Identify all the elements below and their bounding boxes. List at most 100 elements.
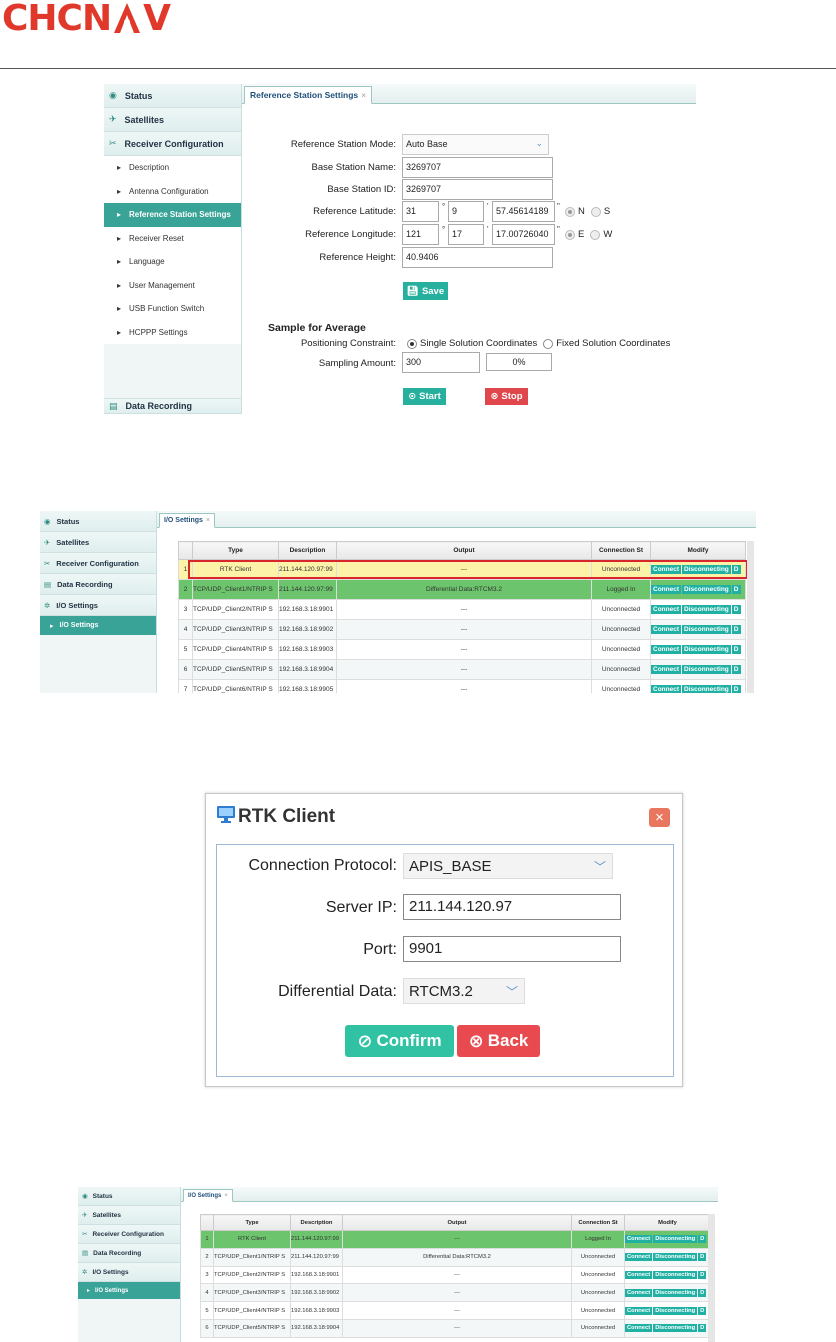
sidebar-item-satellites[interactable]: ✈ Satellites	[40, 532, 156, 553]
connect-button[interactable]: Connect	[625, 1270, 653, 1279]
connect-button[interactable]: Connect	[651, 685, 681, 693]
disconnect-button[interactable]: Disconnecting	[682, 665, 731, 674]
tab-io-settings[interactable]: I/O Settings ×	[183, 1189, 233, 1202]
connect-button[interactable]: Connect	[625, 1306, 653, 1315]
save-button[interactable]: 💾︎ Save	[403, 282, 448, 300]
sidebar-item-status[interactable]: ◉ Status	[104, 84, 241, 108]
sidebar-item-status[interactable]: ◉ Status	[40, 511, 156, 532]
delete-button[interactable]: D	[698, 1306, 707, 1315]
port-input[interactable]: 9901	[403, 936, 621, 962]
status-cell: Unconnected	[591, 639, 651, 660]
delete-button[interactable]: D	[731, 665, 741, 674]
connect-button[interactable]: Connect	[651, 665, 681, 674]
sidebar-item-description[interactable]: ▸ Description	[104, 156, 241, 180]
delete-button[interactable]: D	[731, 645, 741, 654]
base-station-id-input[interactable]: 3269707	[402, 179, 553, 200]
sidebar-item-receiver-configuration[interactable]: ✂ Receiver Configuration	[104, 132, 241, 156]
connect-button[interactable]: Connect	[651, 645, 681, 654]
sidebar-item-hcppp-settings[interactable]: ▸ HCPPP Settings	[104, 320, 241, 344]
confirm-button[interactable]: ⊘ Confirm	[345, 1025, 454, 1057]
reference-height-input[interactable]: 40.9406	[402, 247, 553, 268]
scrollbar[interactable]	[708, 1214, 715, 1342]
delete-button[interactable]: D	[698, 1253, 707, 1262]
sidebar-item-receiver-configuration[interactable]: ✂ Receiver Configuration	[40, 553, 156, 574]
connect-button[interactable]: Connect	[651, 625, 681, 634]
tab-reference-station-settings[interactable]: Reference Station Settings ×	[244, 86, 373, 104]
delete-button[interactable]: D	[731, 625, 741, 634]
sidebar-item-user-management[interactable]: ▸ User Management	[104, 273, 241, 297]
longitude-seconds-input[interactable]: 17.00726040	[492, 224, 555, 245]
disconnect-button[interactable]: Disconnecting	[653, 1253, 698, 1262]
differential-data-select[interactable]: RTCM3.2 ﹀	[403, 978, 525, 1004]
delete-button[interactable]: D	[698, 1235, 707, 1244]
close-tab-icon[interactable]: ×	[361, 90, 366, 100]
disconnect-button[interactable]: Disconnecting	[682, 605, 731, 614]
disconnect-button[interactable]: Disconnecting	[682, 585, 731, 594]
close-tab-icon[interactable]: ×	[224, 1193, 228, 1199]
delete-button[interactable]: D	[698, 1270, 707, 1279]
start-button[interactable]: ⊙ Start	[403, 388, 446, 405]
sidebar-item-usb-function-switch[interactable]: ▸ USB Function Switch	[104, 297, 241, 321]
sidebar-item-io-settings-sub[interactable]: ▸ I/O Settings	[78, 1282, 180, 1299]
sidebar-item-language[interactable]: ▸ Language	[104, 250, 241, 274]
disconnect-button[interactable]: Disconnecting	[682, 645, 731, 654]
west-radio[interactable]	[590, 229, 601, 240]
north-radio[interactable]	[565, 206, 575, 217]
connect-button[interactable]: Connect	[625, 1235, 653, 1244]
server-ip-input[interactable]: 211.144.120.97	[403, 894, 621, 920]
connect-button[interactable]: Connect	[651, 585, 681, 594]
disconnect-button[interactable]: Disconnecting	[653, 1324, 698, 1333]
sidebar-item-satellites[interactable]: ✈ Satellites	[104, 108, 241, 132]
protocol-select[interactable]: APIS_BASE ﹀	[403, 853, 613, 879]
caret-right-icon: ▸	[117, 304, 122, 314]
description-cell: 192.168.3.18:9904	[278, 659, 337, 680]
fixed-solution-radio[interactable]	[543, 338, 554, 349]
latitude-degrees-input[interactable]: 31	[402, 201, 439, 222]
connect-button[interactable]: Connect	[625, 1324, 653, 1333]
delete-button[interactable]: D	[698, 1288, 707, 1297]
latitude-hemisphere: N S	[565, 206, 610, 217]
connect-button[interactable]: Connect	[651, 605, 681, 614]
south-radio[interactable]	[590, 206, 601, 217]
disconnect-button[interactable]: Disconnecting	[653, 1270, 698, 1279]
connect-button[interactable]: Connect	[625, 1288, 653, 1297]
disconnect-button[interactable]: Disconnecting	[653, 1288, 698, 1297]
sidebar-item-receiver-reset[interactable]: ▸ Receiver Reset	[104, 226, 241, 250]
tab-io-settings[interactable]: I/O Settings ×	[159, 513, 215, 528]
delete-button[interactable]: D	[731, 605, 741, 614]
sidebar-item-status[interactable]: ◉ Status	[78, 1187, 180, 1206]
delete-button[interactable]: D	[731, 685, 741, 693]
mode-select[interactable]: Auto Base ⌄	[402, 134, 549, 155]
sidebar-item-antenna-configuration[interactable]: ▸ Antenna Configuration	[104, 179, 241, 203]
east-radio[interactable]	[565, 229, 575, 240]
sidebar-item-reference-station-settings[interactable]: ▸ Reference Station Settings	[104, 203, 241, 227]
sidebar-item-io-settings-sub[interactable]: ▸ I/O Settings	[40, 616, 156, 635]
back-button[interactable]: ⊗ Back	[457, 1025, 540, 1057]
disconnect-button[interactable]: Disconnecting	[682, 685, 731, 693]
delete-button[interactable]: D	[731, 585, 741, 594]
single-solution-radio[interactable]	[407, 338, 417, 349]
sampling-amount-input[interactable]: 300	[402, 352, 480, 373]
disconnect-button[interactable]: Disconnecting	[653, 1235, 698, 1244]
connect-button[interactable]: Connect	[625, 1253, 653, 1262]
latitude-seconds-input[interactable]: 57.45614189	[492, 201, 555, 222]
base-station-name-input[interactable]: 3269707	[402, 157, 553, 178]
delete-button[interactable]: D	[698, 1324, 707, 1333]
sidebar-item-data-recording[interactable]: ▤ Data Recording	[40, 574, 156, 595]
stop-button[interactable]: ⊗ Stop	[485, 388, 528, 405]
sidebar-item-data-recording[interactable]: ▤ Data Recording	[104, 398, 241, 414]
longitude-minutes-input[interactable]: 17	[448, 224, 484, 245]
disconnect-button[interactable]: Disconnecting	[653, 1306, 698, 1315]
scrollbar[interactable]	[747, 541, 754, 693]
disconnect-button[interactable]: Disconnecting	[682, 625, 731, 634]
sidebar-item-data-recording[interactable]: ▤ Data Recording	[78, 1244, 180, 1263]
close-icon[interactable]: ×	[649, 808, 670, 827]
sidebar-item-io-settings[interactable]: ✲ I/O Settings	[78, 1263, 180, 1282]
sidebar-item-io-settings[interactable]: ✲ I/O Settings	[40, 595, 156, 616]
sidebar-item-satellites[interactable]: ✈ Satellites	[78, 1206, 180, 1225]
longitude-degrees-input[interactable]: 121	[402, 224, 439, 245]
sidebar-item-receiver-configuration[interactable]: ✂ Receiver Configuration	[78, 1225, 180, 1244]
latitude-minutes-input[interactable]: 9	[448, 201, 484, 222]
close-tab-icon[interactable]: ×	[206, 517, 210, 524]
caret-right-icon: ▸	[117, 257, 122, 267]
